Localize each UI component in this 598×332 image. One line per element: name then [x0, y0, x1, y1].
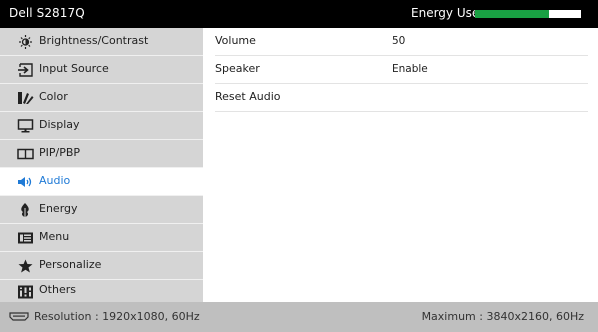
- monitor-model-title: Dell S2817Q: [9, 6, 85, 20]
- menu-item-label: Others: [39, 283, 76, 296]
- osd-footer: Resolution : 1920x1080, 60Hz Maximum : 3…: [0, 302, 598, 332]
- menu-item-audio[interactable]: Audio: [0, 168, 203, 196]
- speaker-value: Enable: [392, 63, 428, 75]
- menu-item-label: Menu: [39, 230, 70, 243]
- menu-item-label: Display: [39, 118, 80, 131]
- brightness-icon: [19, 35, 32, 49]
- menu-icon: [18, 232, 33, 244]
- menu-item-color[interactable]: Color: [0, 84, 203, 112]
- hdmi-port-icon: [9, 312, 29, 321]
- current-resolution: Resolution : 1920x1080, 60Hz: [34, 310, 200, 323]
- star-icon: [18, 259, 33, 273]
- display-icon: [17, 119, 34, 133]
- menu-item-display[interactable]: Display: [0, 112, 203, 140]
- energy-use-fill: [475, 10, 550, 18]
- audio-settings-panel: Volume 50 Speaker Enable Reset Audio: [203, 28, 598, 302]
- maximum-resolution: Maximum : 3840x2160, 60Hz: [421, 310, 584, 323]
- menu-item-personalize[interactable]: Personalize: [0, 252, 203, 280]
- monitor-osd: Dell S2817Q Energy Use Brightness/Contra…: [0, 0, 598, 332]
- menu-item-brightness-contrast[interactable]: Brightness/Contrast: [0, 28, 203, 56]
- menu-item-label: Color: [39, 90, 68, 103]
- osd-header: Dell S2817Q Energy Use: [0, 0, 598, 28]
- others-icon: [18, 285, 33, 299]
- color-icon: [18, 92, 34, 104]
- reset-audio-label: Reset Audio: [215, 90, 281, 103]
- menu-item-label: PIP/PBP: [39, 146, 81, 159]
- volume-label: Volume: [215, 34, 256, 47]
- input-source-icon: [18, 63, 33, 77]
- pip-icon: [17, 148, 34, 160]
- menu-item-label: Audio: [39, 174, 71, 187]
- menu-item-pip-pbp[interactable]: PIP/PBP: [0, 140, 203, 168]
- speaker-icon: [18, 177, 32, 187]
- menu-item-label: Energy: [39, 202, 78, 215]
- speaker-row[interactable]: Speaker Enable: [215, 56, 588, 84]
- volume-value: 50: [392, 35, 406, 47]
- menu-item-menu[interactable]: Menu: [0, 224, 203, 252]
- energy-use-label: Energy Use: [411, 6, 480, 20]
- menu-item-label: Personalize: [39, 258, 102, 271]
- menu-item-label: Input Source: [39, 62, 109, 75]
- volume-row[interactable]: Volume 50: [215, 28, 588, 56]
- energy-icon: [21, 203, 29, 217]
- energy-use-meter: [475, 10, 581, 18]
- menu-item-label: Brightness/Contrast: [39, 34, 149, 47]
- reset-audio-row[interactable]: Reset Audio: [215, 84, 588, 112]
- speaker-label: Speaker: [215, 62, 260, 75]
- menu-item-input-source[interactable]: Input Source: [0, 56, 203, 84]
- menu-item-others[interactable]: Others: [0, 280, 203, 302]
- menu-item-energy[interactable]: Energy: [0, 196, 203, 224]
- osd-sidebar: Brightness/Contrast Input Source Color D…: [0, 28, 203, 302]
